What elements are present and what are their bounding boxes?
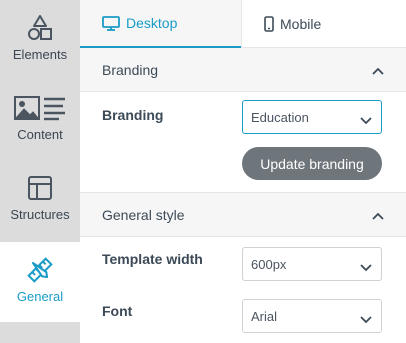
sidebar-item-content[interactable]: Content: [0, 80, 80, 160]
sidebar-item-label: General: [16, 289, 64, 304]
tab-desktop[interactable]: Desktop: [80, 0, 241, 48]
content-image-text-icon: [13, 93, 67, 123]
branding-field-label: Branding: [102, 107, 164, 123]
tab-mobile[interactable]: Mobile: [241, 0, 406, 48]
chevron-down-icon: [360, 312, 372, 327]
structures-layout-icon: [26, 173, 54, 203]
tab-desktop-label: Desktop: [126, 15, 178, 31]
font-value: Arial: [251, 308, 278, 324]
sidebar-item-general[interactable]: General: [0, 242, 80, 322]
chevron-up-icon: [372, 62, 384, 78]
general-brush-ruler-icon: [25, 255, 55, 285]
sidebar-item-label: Content: [17, 127, 63, 142]
elements-shapes-icon: [26, 13, 54, 43]
device-tabs: Desktop Mobile: [80, 0, 406, 48]
sidebar-item-label: Elements: [12, 47, 68, 62]
desktop-monitor-icon: [102, 15, 120, 31]
template-width-label: Template width: [102, 251, 203, 267]
sidebar-item-elements[interactable]: Elements: [0, 0, 80, 80]
general-style-section-header[interactable]: General style: [80, 193, 406, 237]
settings-panel: Desktop Mobile Branding Branding Educati…: [80, 0, 406, 343]
chevron-up-icon: [372, 207, 384, 223]
branding-select[interactable]: Education: [242, 100, 382, 134]
branding-section-header[interactable]: Branding: [80, 48, 406, 92]
mobile-phone-icon: [264, 16, 274, 32]
chevron-down-icon: [360, 260, 372, 275]
sidebar-item-structures[interactable]: Structures: [0, 160, 80, 240]
font-label: Font: [102, 303, 133, 319]
font-select[interactable]: Arial: [242, 299, 382, 333]
section-title: General style: [102, 206, 185, 223]
sidebar-item-label: Structures: [10, 207, 70, 222]
chevron-down-icon: [360, 113, 372, 128]
sidebar: Elements Content Structures General: [0, 0, 80, 343]
template-width-value: 600px: [251, 256, 287, 272]
tab-mobile-label: Mobile: [280, 16, 322, 32]
template-width-select[interactable]: 600px: [242, 247, 382, 281]
update-branding-button[interactable]: Update branding: [242, 147, 382, 180]
section-title: Branding: [102, 61, 159, 78]
branding-select-value: Education: [251, 109, 309, 125]
